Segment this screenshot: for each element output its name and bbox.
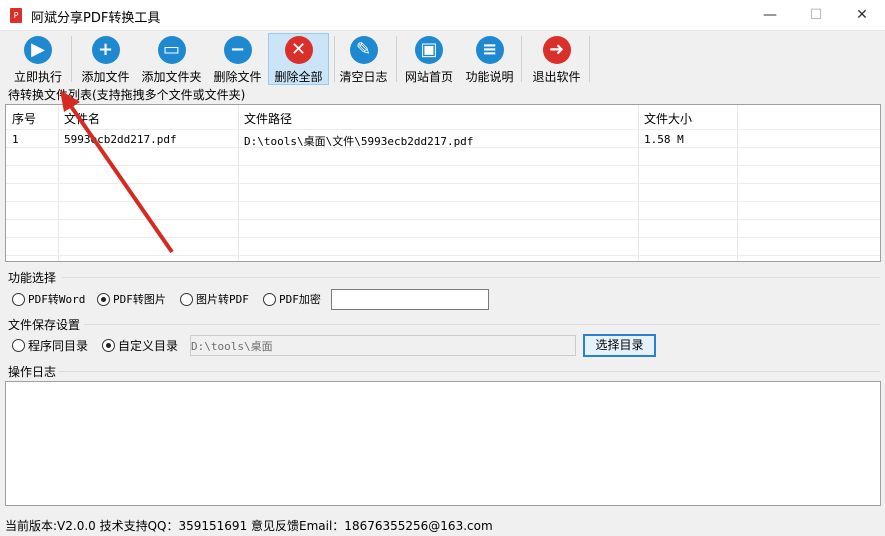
annotation-arrow xyxy=(60,90,174,254)
